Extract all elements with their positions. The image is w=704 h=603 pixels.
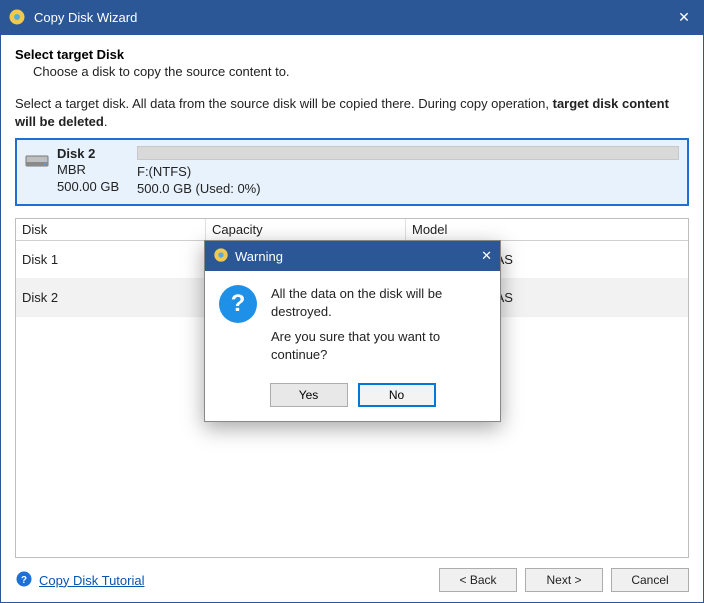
disk-name: Disk 2	[57, 146, 119, 162]
help-section: ? Copy Disk Tutorial	[15, 570, 144, 591]
col-capacity[interactable]: Capacity	[206, 219, 406, 240]
partition-label: F:(NTFS)	[137, 164, 679, 181]
instruction-prefix: Select a target disk. All data from the …	[15, 96, 553, 111]
close-icon[interactable]: ✕	[674, 9, 694, 26]
window-title: Copy Disk Wizard	[34, 10, 674, 25]
page-subtitle: Choose a disk to copy the source content…	[33, 64, 689, 79]
hdd-icon	[25, 152, 49, 170]
dialog-close-icon[interactable]: ✕	[481, 248, 492, 264]
dialog-message-2: Are you sure that you want to continue?	[271, 328, 486, 363]
partition-usage: 500.0 GB (Used: 0%)	[137, 181, 679, 198]
disk-scheme: MBR	[57, 162, 119, 178]
disk-size: 500.00 GB	[57, 179, 119, 195]
back-button[interactable]: < Back	[439, 568, 517, 592]
question-icon: ?	[219, 285, 257, 323]
dialog-message-1: All the data on the disk will be destroy…	[271, 285, 486, 320]
col-model[interactable]: Model	[406, 219, 688, 240]
svg-text:?: ?	[21, 574, 27, 585]
dialog-title: Warning	[235, 249, 481, 264]
partition-usage-bar	[137, 146, 679, 160]
table-header: Disk Capacity Model	[16, 219, 688, 241]
col-disk[interactable]: Disk	[16, 219, 206, 240]
instruction-text: Select a target disk. All data from the …	[15, 95, 689, 130]
selected-disk-panel[interactable]: Disk 2 MBR 500.00 GB F:(NTFS) 500.0 GB (…	[15, 138, 689, 206]
page-title: Select target Disk	[15, 47, 689, 62]
instruction-suffix: .	[104, 114, 108, 129]
warning-icon	[213, 247, 229, 266]
cancel-button[interactable]: Cancel	[611, 568, 689, 592]
titlebar: Copy Disk Wizard ✕	[0, 0, 704, 34]
dialog-titlebar: Warning ✕	[205, 241, 500, 271]
next-button[interactable]: Next >	[525, 568, 603, 592]
help-icon: ?	[15, 570, 33, 591]
no-button[interactable]: No	[358, 383, 436, 407]
cell-disk: Disk 1	[16, 248, 206, 271]
yes-button[interactable]: Yes	[270, 383, 348, 407]
page-header: Select target Disk Choose a disk to copy…	[15, 47, 689, 79]
wizard-footer: ? Copy Disk Tutorial < Back Next > Cance…	[15, 568, 689, 592]
app-icon	[8, 8, 26, 26]
tutorial-link[interactable]: Copy Disk Tutorial	[39, 573, 144, 588]
warning-dialog: Warning ✕ ? All the data on the disk wil…	[204, 240, 501, 422]
cell-disk: Disk 2	[16, 286, 206, 309]
